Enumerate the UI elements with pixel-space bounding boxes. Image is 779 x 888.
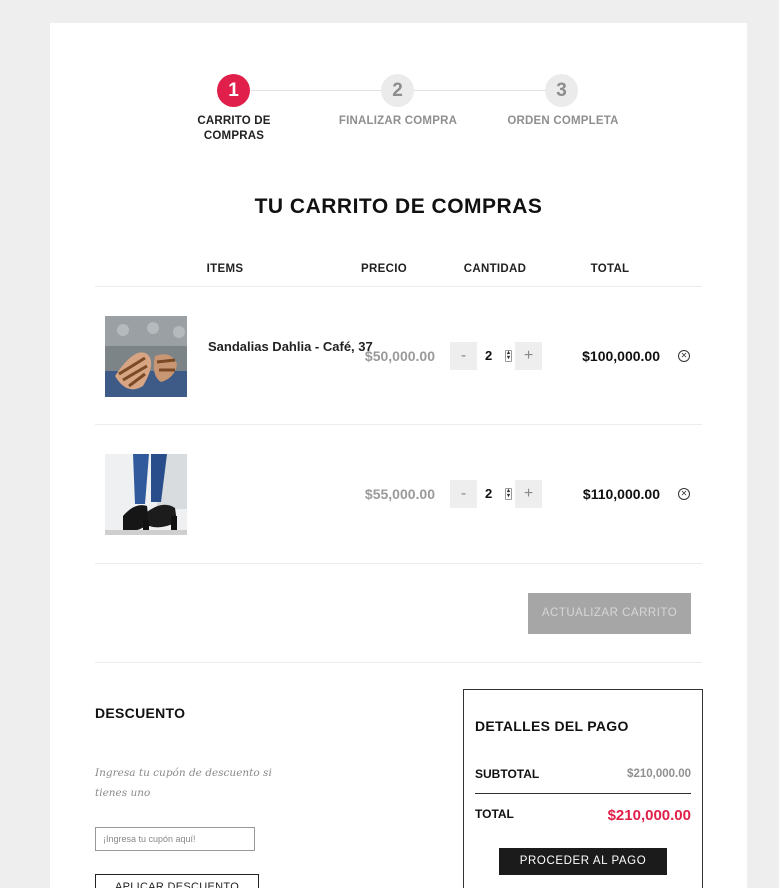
increase-button[interactable]: + [515, 342, 542, 370]
spinner-icon[interactable]: ▴ ▾ [505, 350, 512, 362]
step-connector [251, 90, 383, 91]
total-label: TOTAL [475, 807, 514, 821]
step-2-label: FINALIZAR COMPRA [338, 115, 458, 127]
update-cart-button[interactable]: ACTUALIZAR CARRITO [528, 593, 691, 634]
line-total: $100,000.00 [582, 348, 660, 364]
apply-discount-button[interactable]: APLICAR DESCUENTO [95, 874, 259, 888]
discount-title: DESCUENTO [95, 705, 186, 721]
step-3-circle: 3 [545, 74, 578, 107]
page-title: TU CARRITO DE COMPRAS [254, 195, 543, 218]
product-image[interactable] [105, 316, 187, 397]
divider [95, 662, 702, 663]
step-2-circle: 2 [381, 74, 414, 107]
divider [95, 563, 702, 564]
subtotal-value: $210,000.00 [627, 768, 691, 780]
step-1-label: CARRITO DE COMPRAS [197, 115, 271, 142]
product-price: $50,000.00 [364, 348, 435, 364]
remove-item-icon[interactable]: ✕ [678, 488, 690, 500]
quantity-input[interactable]: 2 ▴ ▾ [477, 342, 515, 370]
step-3-label: ORDEN COMPLETA [507, 115, 619, 127]
remove-item-icon[interactable]: ✕ [678, 350, 690, 362]
checkout-button[interactable]: PROCEDER AL PAGO [499, 848, 667, 875]
product-image[interactable] [105, 454, 187, 535]
cart-row: $55,000.00 - 2 ▴ ▾ + $110,000.00 ✕ [95, 425, 702, 563]
quantity-value: 2 [485, 486, 493, 501]
step-1-circle: 1 [217, 74, 250, 107]
divider [475, 793, 691, 794]
quantity-input[interactable]: 2 ▴ ▾ [477, 480, 515, 508]
quantity-value: 2 [485, 348, 493, 363]
subtotal-label: SUBTOTAL [475, 767, 540, 781]
discount-description: Ingresa tu cupón de descuento si tienes … [95, 767, 272, 799]
step-connector [413, 90, 546, 91]
payment-title: DETALLES DEL PAGO [475, 718, 629, 734]
line-total: $110,000.00 [582, 486, 660, 502]
increase-button[interactable]: + [515, 480, 542, 508]
spinner-icon[interactable]: ▴ ▾ [505, 488, 512, 500]
decrease-button[interactable]: - [450, 480, 477, 508]
decrease-button[interactable]: - [450, 342, 477, 370]
payment-details-box: DETALLES DEL PAGO SUBTOTAL $210,000.00 T… [463, 689, 703, 888]
cart-row: Sandalias Dahlia - Café, 37 $50,000.00 -… [95, 287, 702, 425]
col-header-price: PRECIO [361, 263, 407, 275]
cart-page: 1 2 3 CARRITO DE COMPRAS FINALIZAR COMPR… [50, 23, 747, 888]
coupon-input[interactable]: ¡Ingresa tu cupón aquí! [95, 827, 255, 851]
quantity-stepper: - 2 ▴ ▾ + [450, 342, 542, 370]
checkout-steps: 1 2 3 CARRITO DE COMPRAS FINALIZAR COMPR… [50, 23, 747, 163]
col-header-quantity: CANTIDAD [463, 263, 527, 275]
product-price: $55,000.00 [364, 486, 435, 502]
col-header-total: TOTAL [590, 263, 630, 275]
col-header-items: ITEMS [206, 263, 244, 275]
quantity-stepper: - 2 ▴ ▾ + [450, 480, 542, 508]
total-value: $210,000.00 [607, 807, 691, 824]
